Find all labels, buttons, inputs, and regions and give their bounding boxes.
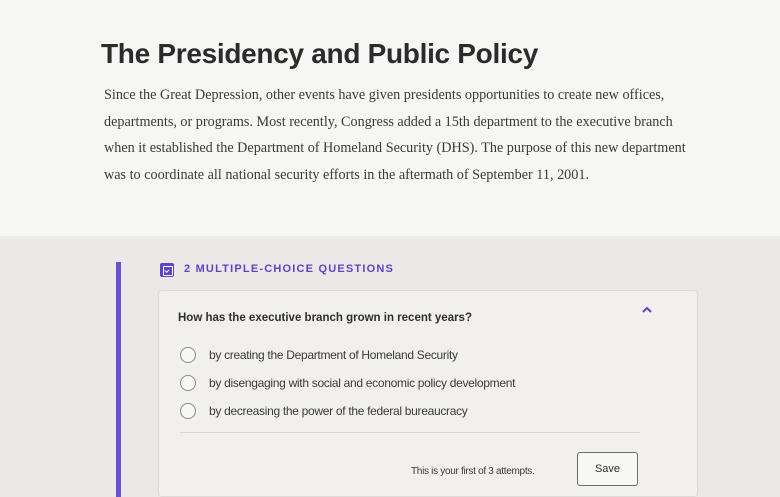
divider (180, 432, 640, 433)
option-label: by creating the Department of Homeland S… (209, 348, 458, 362)
chevron-up-icon[interactable] (641, 304, 655, 316)
radio-button[interactable] (180, 375, 196, 391)
question-prompt: How has the executive branch grown in re… (178, 312, 472, 324)
option-label: by decreasing the power of the federal b… (209, 404, 468, 418)
section-label: 2 MULTIPLE-CHOICE QUESTIONS (184, 263, 395, 275)
option-3[interactable]: by decreasing the power of the federal b… (180, 401, 468, 421)
section-accent-bar (116, 262, 121, 497)
checkbox-icon (160, 263, 174, 277)
option-2[interactable]: by disengaging with social and economic … (180, 373, 515, 393)
option-label: by disengaging with social and economic … (209, 376, 516, 390)
passage-text: Since the Great Depression, other events… (104, 87, 686, 183)
radio-button[interactable] (180, 347, 196, 363)
attempts-text: This is your first of 3 attempts. (411, 466, 535, 477)
save-button[interactable]: Save (577, 452, 638, 486)
page-title: The Presidency and Public Policy (101, 38, 538, 69)
radio-button[interactable] (180, 403, 196, 419)
option-1[interactable]: by creating the Department of Homeland S… (180, 345, 458, 365)
